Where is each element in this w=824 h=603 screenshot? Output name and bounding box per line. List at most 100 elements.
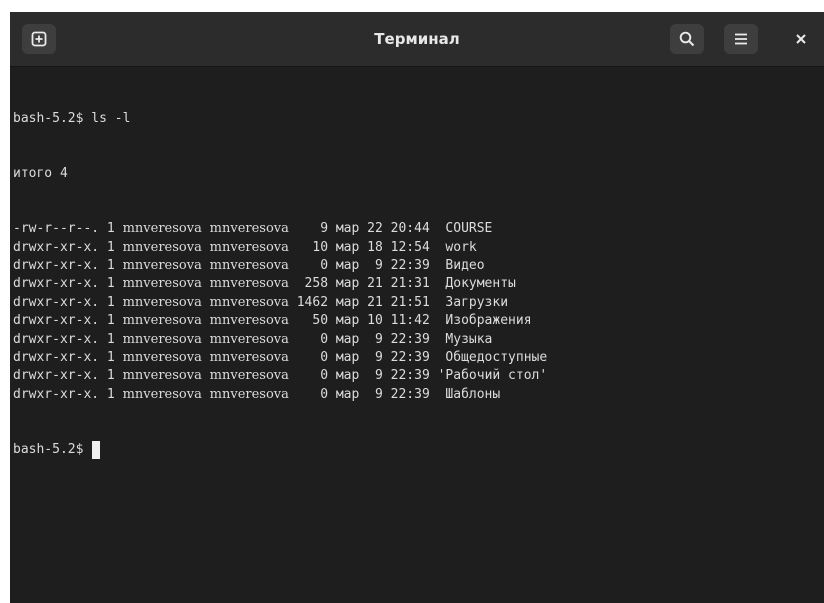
month: мар xyxy=(335,349,360,365)
group: mnveresova xyxy=(209,221,289,237)
file-name: Изображения xyxy=(445,313,532,329)
link-count: 1 xyxy=(106,368,115,384)
terminal-output[interactable]: bash-5.2$ ls -l итого 4 -rw-r--r--. 1 mn… xyxy=(10,67,824,603)
permissions: drwxr-xr-x. xyxy=(13,258,100,273)
day: 9 xyxy=(374,386,383,402)
group: mnveresova xyxy=(209,258,289,273)
final-prompt: bash-5.2$ xyxy=(13,441,84,457)
file-size: 50 xyxy=(312,313,329,329)
link-count: 1 xyxy=(106,221,115,237)
listing-row: drwxr-xr-x. 1 mnveresova mnveresova 0 ма… xyxy=(13,386,824,404)
owner: mnveresova xyxy=(122,294,202,310)
day: 18 xyxy=(367,239,383,255)
permissions: drwxr-xr-x. xyxy=(13,276,100,292)
day: 9 xyxy=(374,368,383,384)
prompt: bash-5.2$ xyxy=(13,110,84,126)
listing-row: drwxr-xr-x. 1 mnveresova mnveresova 258 … xyxy=(13,275,824,293)
file-size: 9 xyxy=(320,221,329,237)
search-icon xyxy=(679,31,695,47)
day: 21 xyxy=(367,276,383,292)
owner: mnveresova xyxy=(122,258,202,273)
file-size: 0 xyxy=(320,368,329,384)
time: 21:51 xyxy=(390,294,430,310)
month: мар xyxy=(335,276,360,292)
group: mnveresova xyxy=(209,349,289,365)
day: 10 xyxy=(367,313,383,329)
time: 21:31 xyxy=(390,276,430,292)
file-size: 10 xyxy=(312,239,329,255)
month: мар xyxy=(335,294,360,310)
listing-row: -rw-r--r--. 1 mnveresova mnveresova 9 ма… xyxy=(13,220,824,238)
owner: mnveresova xyxy=(122,386,202,402)
permissions: drwxr-xr-x. xyxy=(13,331,100,347)
owner: mnveresova xyxy=(122,368,202,384)
permissions: drwxr-xr-x. xyxy=(13,386,100,402)
total-line: итого 4 xyxy=(13,166,68,182)
time: 22:39 xyxy=(390,368,430,384)
day: 9 xyxy=(374,349,383,365)
link-count: 1 xyxy=(106,349,115,365)
file-size: 0 xyxy=(320,258,329,273)
file-name: Документы xyxy=(445,276,516,292)
search-button[interactable] xyxy=(670,24,704,54)
permissions: drwxr-xr-x. xyxy=(13,239,100,255)
link-count: 1 xyxy=(106,386,115,402)
owner: mnveresova xyxy=(122,349,202,365)
terminal-window: Терминал bash-5.2$ ls -l итого 4 -rw-r--… xyxy=(10,12,824,603)
file-name: Общедоступные xyxy=(445,349,548,365)
file-name: COURSE xyxy=(445,221,493,237)
listing-row: drwxr-xr-x. 1 mnveresova mnveresova 0 ма… xyxy=(13,331,824,349)
time: 22:39 xyxy=(390,258,430,273)
new-tab-button[interactable] xyxy=(22,24,56,54)
owner: mnveresova xyxy=(122,221,202,237)
listing-row: drwxr-xr-x. 1 mnveresova mnveresova 0 ма… xyxy=(13,257,824,275)
group: mnveresova xyxy=(209,313,289,329)
file-size: 0 xyxy=(320,386,329,402)
close-icon xyxy=(796,34,806,44)
listing-row: drwxr-xr-x. 1 mnveresova mnveresova 10 м… xyxy=(13,239,824,257)
link-count: 1 xyxy=(106,331,115,347)
listing-row: drwxr-xr-x. 1 mnveresova mnveresova 50 м… xyxy=(13,312,824,330)
link-count: 1 xyxy=(106,258,115,273)
menu-button[interactable] xyxy=(724,24,758,54)
owner: mnveresova xyxy=(122,313,202,329)
time: 11:42 xyxy=(390,313,430,329)
owner: mnveresova xyxy=(122,276,202,292)
permissions: drwxr-xr-x. xyxy=(13,368,100,384)
group: mnveresova xyxy=(209,331,289,347)
file-size: 0 xyxy=(320,331,329,347)
time: 22:39 xyxy=(390,349,430,365)
file-size: 0 xyxy=(320,349,329,365)
file-size: 1462 xyxy=(296,294,329,310)
listing-row: drwxr-xr-x. 1 mnveresova mnveresova 0 ма… xyxy=(13,367,824,385)
time: 12:54 xyxy=(390,239,430,255)
file-name: Шаблоны xyxy=(445,386,501,402)
month: мар xyxy=(335,331,360,347)
link-count: 1 xyxy=(106,239,115,255)
owner: mnveresova xyxy=(122,331,202,347)
listing-row: drwxr-xr-x. 1 mnveresova mnveresova 1462… xyxy=(13,294,824,312)
group: mnveresova xyxy=(209,294,289,310)
month: мар xyxy=(335,386,360,402)
terminal-cursor xyxy=(92,440,101,459)
group: mnveresova xyxy=(209,239,289,255)
day: 9 xyxy=(374,258,383,273)
listing-row: drwxr-xr-x. 1 mnveresova mnveresova 0 ма… xyxy=(13,349,824,367)
listing: -rw-r--r--. 1 mnveresova mnveresova 9 ма… xyxy=(13,220,824,404)
command: ls -l xyxy=(91,110,131,126)
permissions: drwxr-xr-x. xyxy=(13,294,100,310)
file-size: 258 xyxy=(304,276,329,292)
file-name: Видео xyxy=(445,258,485,273)
link-count: 1 xyxy=(106,276,115,292)
link-count: 1 xyxy=(106,313,115,329)
command-line: bash-5.2$ ls -l xyxy=(13,110,824,128)
group: mnveresova xyxy=(209,386,289,402)
close-button[interactable] xyxy=(786,24,816,54)
permissions: drwxr-xr-x. xyxy=(13,349,100,365)
permissions: drwxr-xr-x. xyxy=(13,313,100,329)
final-prompt-line: bash-5.2$ xyxy=(13,440,824,459)
time: 22:39 xyxy=(390,331,430,347)
plus-square-icon xyxy=(31,31,47,47)
file-name: work xyxy=(445,239,477,255)
link-count: 1 xyxy=(106,294,115,310)
